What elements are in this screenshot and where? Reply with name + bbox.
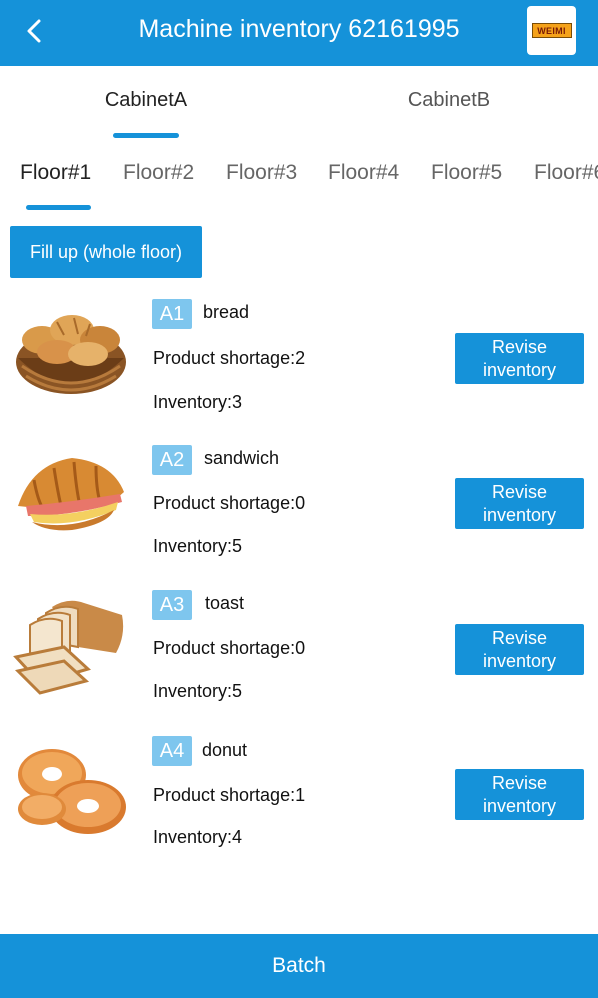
product-inventory: Inventory:3: [153, 392, 243, 412]
tab-floor-5[interactable]: Floor#5: [431, 161, 502, 185]
product-shortage: Product shortage:1: [153, 785, 306, 805]
list-item: A4 donut Product shortage:1 Inventory:4 …: [0, 735, 598, 875]
revise-inventory-button[interactable]: Revise inventory: [455, 624, 584, 675]
app-header: Machine inventory 62161995 WEIMI: [0, 0, 598, 66]
slot-badge: A2: [152, 445, 192, 475]
tab-floor-4[interactable]: Floor#4: [328, 161, 399, 185]
list-item: A3 toast Product shortage:0 Inventory:5 …: [0, 589, 598, 729]
product-name: donut: [202, 740, 248, 760]
batch-button[interactable]: Batch: [0, 934, 598, 998]
tab-floor-2[interactable]: Floor#2: [123, 161, 194, 185]
floor-tabs: Floor#1 Floor#2 Floor#3 Floor#4 Floor#5 …: [0, 150, 598, 214]
fill-up-floor-button[interactable]: Fill up (whole floor): [10, 226, 202, 278]
product-shortage: Product shortage:0: [153, 493, 306, 513]
page-title: Machine inventory 62161995: [138, 15, 460, 43]
logo-mark: WEIMI: [531, 23, 572, 38]
donut-image: [12, 745, 130, 845]
revise-inventory-button[interactable]: Revise inventory: [455, 769, 584, 820]
list-item: A1 bread Product shortage:2 Inventory:3 …: [0, 298, 598, 438]
revise-inventory-button[interactable]: Revise inventory: [455, 478, 584, 529]
bread-basket-image: [12, 300, 130, 400]
tab-floor-3[interactable]: Floor#3: [226, 161, 297, 185]
product-name: bread: [203, 302, 250, 322]
cabinet-tabs: CabinetA CabinetB: [0, 66, 598, 142]
revise-inventory-button[interactable]: Revise inventory: [455, 333, 584, 384]
product-shortage: Product shortage:2: [153, 348, 306, 368]
active-tab-indicator: [113, 133, 179, 138]
slot-badge: A3: [152, 590, 192, 620]
tab-floor-1[interactable]: Floor#1: [20, 161, 91, 185]
toast-loaf-image: [12, 595, 130, 695]
brand-logo: WEIMI: [527, 6, 576, 55]
croissant-sandwich-image: [12, 444, 130, 544]
tab-floor-6[interactable]: Floor#6: [534, 161, 598, 185]
product-inventory: Inventory:4: [153, 827, 243, 847]
tab-cabinet-b[interactable]: CabinetB: [349, 89, 549, 112]
slot-badge: A4: [152, 736, 192, 766]
product-shortage: Product shortage:0: [153, 638, 306, 658]
slot-badge: A1: [152, 299, 192, 329]
product-inventory: Inventory:5: [153, 536, 243, 556]
tab-cabinet-a[interactable]: CabinetA: [46, 89, 246, 112]
product-inventory: Inventory:5: [153, 681, 243, 701]
product-name: toast: [205, 593, 245, 613]
list-item: A2 sandwich Product shortage:0 Inventory…: [0, 444, 598, 584]
active-floor-indicator: [26, 205, 91, 210]
product-name: sandwich: [204, 448, 280, 468]
